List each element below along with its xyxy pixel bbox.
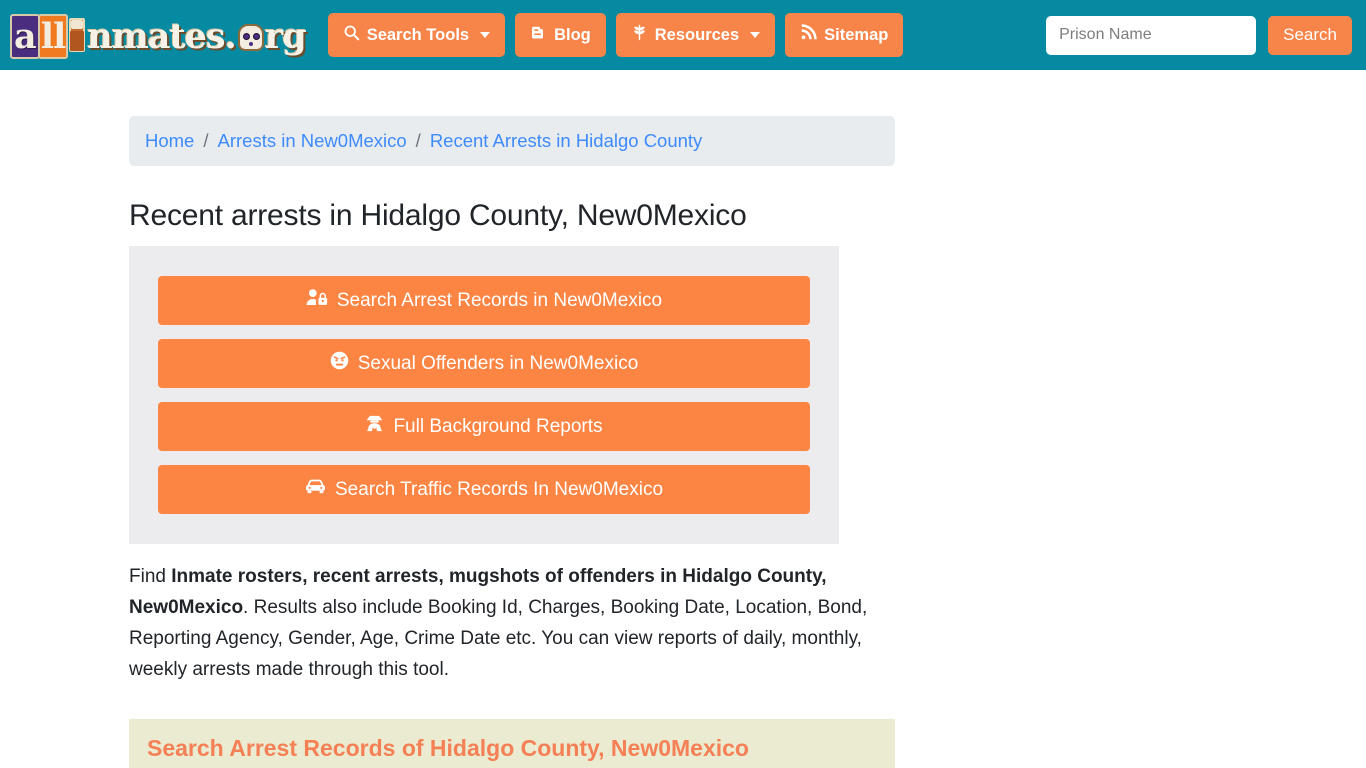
nav-sitemap-label: Sitemap — [824, 25, 889, 44]
chevron-down-icon — [750, 32, 761, 38]
car-icon — [305, 478, 326, 501]
nav-resources-label: Resources — [654, 25, 740, 44]
header-search-form: Search — [1046, 15, 1352, 55]
leaf-icon — [631, 24, 648, 46]
sexual-offenders-label: Sexual Offenders in New0Mexico — [357, 352, 639, 374]
nav-search-tools-label: Search Tools — [366, 25, 470, 44]
logo-text-rg: rg — [264, 16, 307, 57]
logo-inmate-icon — [66, 16, 88, 54]
search-submit-button[interactable]: Search — [1268, 15, 1352, 55]
breadcrumb-item-home[interactable]: Home — [145, 130, 194, 152]
rss-icon — [800, 24, 817, 46]
breadcrumb-separator: / — [415, 130, 421, 151]
page-title: Recent arrests in Hidalgo County, New0Me… — [129, 199, 747, 232]
page-body: Home / Arrests in New0Mexico / Recent Ar… — [0, 70, 1366, 768]
nav-sitemap[interactable]: Sitemap — [785, 13, 904, 57]
full-background-reports-label: Full Background Reports — [393, 415, 603, 437]
page-description: Find Inmate rosters, recent arrests, mug… — [129, 562, 881, 686]
logo-skull-icon — [236, 22, 266, 54]
search-icon — [343, 24, 360, 46]
nav-blog-label: Blog — [554, 25, 591, 44]
search-input[interactable] — [1046, 15, 1257, 55]
content-container: Home / Arrests in New0Mexico / Recent Ar… — [129, 116, 895, 768]
site-logo[interactable]: a ll nmates. rg — [10, 14, 307, 59]
logo-text-nmates: nmates. — [87, 16, 236, 57]
breadcrumb-item-current: Recent Arrests in Hidalgo County — [429, 130, 703, 151]
full-background-reports-button[interactable]: Full Background Reports — [158, 402, 810, 451]
logo-wordmark: a ll nmates. rg — [10, 14, 307, 59]
sexual-offenders-button[interactable]: Sexual Offenders in New0Mexico — [158, 339, 810, 388]
user-lock-icon — [306, 288, 328, 313]
search-traffic-records-button[interactable]: Search Traffic Records In New0Mexico — [158, 465, 810, 514]
blogger-icon — [530, 24, 547, 46]
action-button-panel: Search Arrest Records in New0Mexico Sexu… — [129, 246, 839, 544]
lede-prefix: Find — [129, 566, 172, 587]
breadcrumb: Home / Arrests in New0Mexico / Recent Ar… — [129, 116, 895, 166]
breadcrumb-separator: / — [203, 130, 209, 151]
nav-search-tools[interactable]: Search Tools — [327, 13, 506, 57]
nav-resources[interactable]: Resources — [615, 13, 776, 57]
angry-face-icon — [330, 351, 349, 376]
section-heading-search-arrest-records: Search Arrest Records of Hidalgo County,… — [129, 718, 895, 768]
search-arrest-records-label: Search Arrest Records in New0Mexico — [336, 289, 663, 311]
chevron-down-icon — [480, 32, 491, 38]
site-header: a ll nmates. rg Search Tools Blog Resour… — [0, 0, 1366, 70]
user-secret-icon — [365, 414, 384, 439]
breadcrumb-item-state[interactable]: Arrests in New0Mexico — [218, 130, 407, 152]
logo-letter-ll: ll — [37, 14, 69, 59]
search-traffic-records-label: Search Traffic Records In New0Mexico — [334, 478, 664, 500]
logo-letter-a: a — [10, 14, 40, 59]
search-arrest-records-button[interactable]: Search Arrest Records in New0Mexico — [158, 276, 810, 325]
nav-blog[interactable]: Blog — [515, 13, 606, 57]
